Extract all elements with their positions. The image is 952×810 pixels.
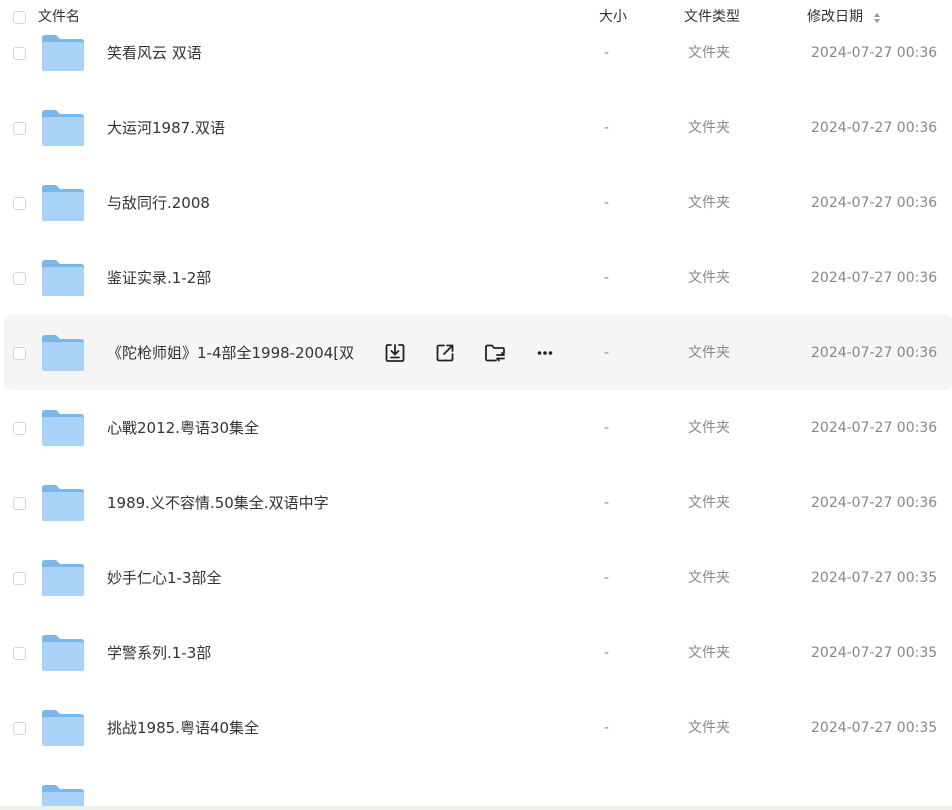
bottom-edge: [0, 806, 952, 810]
share-icon: [436, 344, 454, 362]
file-name[interactable]: 与敌同行.2008: [107, 193, 210, 213]
select-all-checkbox[interactable]: [13, 11, 26, 24]
folder-icon: [42, 185, 84, 221]
folder-icon: [42, 335, 84, 371]
file-modified-date: 2024-07-27 00:35: [811, 645, 938, 661]
row-checkbox[interactable]: [13, 722, 26, 735]
file-size: -: [604, 120, 610, 136]
row-checkbox[interactable]: [13, 572, 26, 585]
folder-icon: [42, 635, 84, 671]
row-checkbox[interactable]: [13, 647, 26, 660]
file-modified-date: 2024-07-27 00:36: [811, 120, 938, 136]
file-type: 文件夹: [688, 495, 730, 511]
file-type: 文件夹: [688, 345, 730, 361]
row-checkbox[interactable]: [13, 347, 26, 360]
folder-icon: [42, 485, 84, 521]
file-modified-date: 2024-07-27 00:35: [811, 720, 938, 736]
file-modified-date: 2024-07-27 00:35: [811, 570, 938, 586]
file-name[interactable]: 大运河1987.双语: [107, 118, 225, 138]
table-header: 文件名 大小 文件类型 修改日期: [0, 0, 952, 34]
row-checkbox[interactable]: [13, 47, 26, 60]
file-type: 文件夹: [688, 270, 730, 286]
file-name[interactable]: 笑看风云 双语: [107, 43, 202, 63]
table-row-hovered[interactable]: 《陀枪师姐》1-4部全1998-2004[双 - 文件夹 2024-07-27 …: [0, 315, 952, 390]
table-row[interactable]: 学警系列.1-3部 - 文件夹 2024-07-27 00:35: [0, 615, 952, 690]
file-size: -: [604, 570, 610, 586]
more-icon: [537, 351, 553, 355]
column-header-name[interactable]: 文件名: [38, 8, 80, 26]
file-table-body: 笑看风云 双语 - 文件夹 2024-07-27 00:36 大运河1987.双…: [0, 15, 952, 810]
row-checkbox[interactable]: [13, 122, 26, 135]
more-button[interactable]: [532, 340, 558, 366]
file-size: -: [604, 645, 610, 661]
folder-icon: [42, 260, 84, 296]
file-size: -: [604, 195, 610, 211]
table-row[interactable]: 1989.义不容情.50集全.双语中字 - 文件夹 2024-07-27 00:…: [0, 465, 952, 540]
column-header-modified[interactable]: 修改日期: [807, 8, 863, 26]
row-checkbox[interactable]: [13, 197, 26, 210]
file-modified-date: 2024-07-27 00:36: [811, 195, 938, 211]
folder-icon: [42, 110, 84, 146]
file-type: 文件夹: [688, 570, 730, 586]
table-row[interactable]: 大运河1987.双语 - 文件夹 2024-07-27 00:36: [0, 90, 952, 165]
table-row[interactable]: 挑战1985.粤语40集全 - 文件夹 2024-07-27 00:35: [0, 690, 952, 765]
table-row[interactable]: 鉴证实录.1-2部 - 文件夹 2024-07-27 00:36: [0, 240, 952, 315]
download-button[interactable]: [382, 340, 408, 366]
file-type: 文件夹: [688, 45, 730, 61]
table-row[interactable]: 妙手仁心1-3部全 - 文件夹 2024-07-27 00:35: [0, 540, 952, 615]
file-list-page: 笑看风云 双语 - 文件夹 2024-07-27 00:36 大运河1987.双…: [0, 0, 952, 810]
file-size: -: [604, 270, 610, 286]
folder-icon: [42, 410, 84, 446]
file-size: -: [604, 345, 610, 361]
file-type: 文件夹: [688, 420, 730, 436]
file-size: -: [604, 420, 610, 436]
file-name[interactable]: 《陀枪师姐》1-4部全1998-2004[双: [107, 343, 367, 363]
file-size: -: [604, 495, 610, 511]
row-checkbox[interactable]: [13, 422, 26, 435]
download-icon: [385, 344, 405, 362]
file-modified-date: 2024-07-27 00:36: [811, 270, 938, 286]
file-modified-date: 2024-07-27 00:36: [811, 495, 938, 511]
file-name[interactable]: 妙手仁心1-3部全: [107, 568, 222, 588]
file-type: 文件夹: [688, 120, 730, 136]
file-modified-date: 2024-07-27 00:36: [811, 45, 938, 61]
folder-icon: [42, 560, 84, 596]
folder-icon: [42, 35, 84, 71]
column-header-type[interactable]: 文件类型: [684, 8, 740, 26]
table-row-partial[interactable]: [0, 765, 952, 810]
move-to-folder-icon: [485, 344, 505, 362]
table-row[interactable]: 与敌同行.2008 - 文件夹 2024-07-27 00:36: [0, 165, 952, 240]
file-name[interactable]: 心戰2012.粤语30集全: [107, 418, 259, 438]
folder-icon: [42, 710, 84, 746]
file-modified-date: 2024-07-27 00:36: [811, 420, 938, 436]
file-type: 文件夹: [688, 720, 730, 736]
move-to-folder-button[interactable]: [482, 340, 508, 366]
sort-updown-icon[interactable]: [873, 12, 881, 24]
table-row[interactable]: 心戰2012.粤语30集全 - 文件夹 2024-07-27 00:36: [0, 390, 952, 465]
row-checkbox[interactable]: [13, 497, 26, 510]
file-size: -: [604, 45, 610, 61]
file-name[interactable]: 学警系列.1-3部: [107, 643, 211, 663]
file-type: 文件夹: [688, 195, 730, 211]
file-name[interactable]: 1989.义不容情.50集全.双语中字: [107, 493, 329, 513]
file-name[interactable]: 挑战1985.粤语40集全: [107, 718, 259, 738]
share-button[interactable]: [432, 340, 458, 366]
file-size: -: [604, 720, 610, 736]
file-modified-date: 2024-07-27 00:36: [811, 345, 938, 361]
row-checkbox[interactable]: [13, 272, 26, 285]
file-type: 文件夹: [688, 645, 730, 661]
column-header-size[interactable]: 大小: [599, 8, 627, 26]
file-name[interactable]: 鉴证实录.1-2部: [107, 268, 211, 288]
